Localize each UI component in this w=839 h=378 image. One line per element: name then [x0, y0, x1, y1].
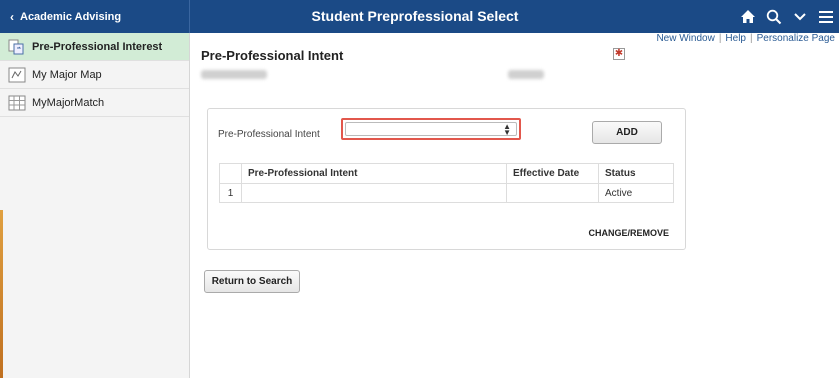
row-number: 1: [219, 183, 242, 203]
sidebar-item-pre-professional-interest[interactable]: Pre-Professional Interest: [0, 33, 189, 61]
back-button-label: Academic Advising: [20, 10, 122, 23]
sidebar-item-label: MyMajorMatch: [32, 96, 105, 109]
intent-table: Pre-Professional Intent Effective Date S…: [219, 163, 674, 203]
redacted-student-id: [508, 70, 544, 79]
sidebar-item-mymajormatch[interactable]: MyMajorMatch: [0, 89, 189, 117]
sidebar: Pre-Professional Interest My Major Map M…: [0, 33, 190, 378]
intent-select[interactable]: ▲ ▼: [345, 122, 517, 137]
add-button[interactable]: ADD: [592, 121, 662, 144]
intent-panel: Pre-Professional Intent ▲ ▼ ADD Pre-Profe…: [207, 108, 686, 250]
table-row: 1 Active: [219, 183, 674, 203]
transfer-icon: [8, 39, 26, 55]
column-header-status: Status: [598, 163, 674, 184]
change-remove-link[interactable]: CHANGE/REMOVE: [588, 228, 669, 238]
sidebar-item-label: Pre-Professional Interest: [32, 40, 163, 53]
search-icon[interactable]: [761, 0, 787, 33]
top-banner: ‹ Academic Advising Student Preprofessio…: [0, 0, 839, 33]
sidebar-item-my-major-map[interactable]: My Major Map: [0, 61, 189, 89]
home-icon[interactable]: [735, 0, 761, 33]
new-window-link[interactable]: New Window: [656, 33, 714, 44]
chevron-down-icon[interactable]: [787, 0, 813, 33]
map-icon: [8, 67, 26, 83]
select-arrows-icon: ▲ ▼: [503, 122, 511, 137]
link-separator: |: [750, 33, 753, 44]
page-header-title: Student Preprofessional Select: [311, 8, 519, 24]
header-actions: [735, 0, 839, 33]
intent-select-highlight: ▲ ▼: [341, 118, 521, 140]
required-star-icon: ✱: [613, 48, 625, 60]
back-button[interactable]: ‹ Academic Advising: [0, 0, 190, 33]
link-separator: |: [718, 33, 722, 44]
sidebar-item-label: My Major Map: [32, 68, 102, 81]
column-header-row-number: [219, 163, 242, 184]
personalize-page-link[interactable]: Personalize Page: [757, 33, 835, 44]
return-to-search-button[interactable]: Return to Search: [204, 270, 300, 293]
grid-icon: [8, 95, 26, 111]
column-header-effective-date: Effective Date: [506, 163, 599, 184]
page-title: Pre-Professional Intent: [201, 48, 344, 63]
menu-icon[interactable]: [813, 0, 839, 33]
page-links: New Window | Help | Personalize Page: [656, 33, 835, 44]
effective-date-cell: [506, 183, 599, 203]
redacted-student-name: [201, 70, 267, 79]
chevron-left-icon: ‹: [10, 9, 14, 24]
column-header-intent: Pre-Professional Intent: [241, 163, 507, 184]
table-header-row: Pre-Professional Intent Effective Date S…: [219, 163, 674, 184]
help-link[interactable]: Help: [725, 33, 746, 44]
edge-accent: [0, 210, 3, 378]
status-cell: Active: [598, 183, 674, 203]
intent-cell: [241, 183, 507, 203]
intent-field-label: Pre-Professional Intent: [218, 129, 320, 140]
